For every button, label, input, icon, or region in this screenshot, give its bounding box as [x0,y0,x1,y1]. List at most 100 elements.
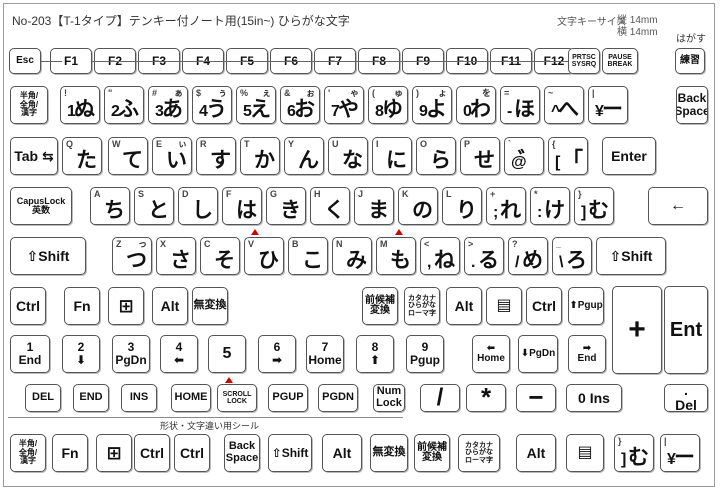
key-c: Cそ [200,237,240,275]
key-label: Esc [16,54,34,66]
key-kana: ふ [118,98,139,121]
key-kana: け [544,199,565,222]
key-x: Xさ [156,237,196,275]
key-p: Pせ [460,137,500,175]
key-kana: は [236,199,257,222]
key-r: Rす [196,137,236,175]
key-shift-char: Z [116,239,122,249]
key-shift-char: H [314,189,321,199]
key-base-char: . [471,254,476,271]
key-extra-alt-1: Alt [322,434,362,472]
key-num6: 6 ➡ [258,335,296,373]
key-shift-char: > [468,239,474,249]
key-kana: れ [500,199,521,222]
key-backslash: _ \ ろ [552,237,592,275]
key-kana: え [250,98,271,121]
key-connector-line [532,61,568,62]
key-enter: Enter [602,137,656,175]
key-pgup: ⬆Pgup [568,287,604,325]
key-kana: せ [474,149,495,172]
key-kana: め [522,249,543,272]
key-label: F1 [63,53,78,68]
key-shift-char: ) [416,88,419,98]
key-num7: 7 Home [306,335,344,373]
key-label: Tab ⇆ [14,147,54,164]
key-num-plus: + [612,286,662,374]
key-tab: Tab ⇆ [10,137,58,175]
key-shift-char: B [292,239,299,249]
key-small-kana: ぉ [305,88,315,98]
key-label: 前候補 変換 [365,294,395,316]
key-shift-char: < [424,239,430,249]
key-kana: ら [430,149,451,172]
key-shift-char: T [244,139,250,149]
key-k: Kの [398,187,438,225]
key-kana: な [342,149,363,172]
key-scroll-lock: SCROLL LOCK [217,384,257,412]
key-8: (ゅ 8 ゆ [368,86,408,124]
key-hankaku: 半角/ 全角/ 漢字 [10,86,48,124]
key-connector-line [400,61,446,62]
key-small-kana: を [481,88,491,98]
key-kana: そ [214,249,235,272]
key-label: 6 ➡ [271,340,283,367]
key-shift-char: E [156,139,163,149]
shelf-label: 形状・文字違い用シール [160,421,260,431]
key-label: 練習 [680,54,700,66]
key-backspace: Back Space [676,86,708,124]
key-kana: ろ [566,249,587,272]
sheet-title: No-203【T-1タイプ】テンキー付ノート用(15in~) ひらがな文字 [12,14,350,28]
key-shift-char: V [248,239,255,249]
key-w: Wて [108,137,148,175]
key-home: HOME [171,384,211,412]
key-shift-char: F [226,189,232,199]
key-label: Fn [61,444,79,461]
key-label: − [528,384,544,412]
key-shift-char: * [534,189,538,199]
key-label: / [436,384,444,412]
key-label: SCROLL LOCK [222,390,252,405]
key-label: 5 [222,344,232,362]
key-colon: *: け [530,187,570,225]
key-esc: Esc [9,48,41,74]
key-0: を0わ [456,86,496,124]
key-connector-line [312,61,358,62]
key-shift-char: M [380,239,388,249]
key-extra-katakana: カタカナ ひらがな ローマ字 [458,434,500,472]
key-shift-char: ' [328,88,331,98]
key-numlock: Num Lock [373,384,405,412]
key-f: Fは [222,187,262,225]
key-shift-char: A [94,189,101,199]
key-shift-char: W [112,139,121,149]
key-kana: ゛ [518,149,539,172]
key-kana: す [210,149,231,172]
key-kana: の [412,199,433,222]
key-y: Yん [284,137,324,175]
key-kana: ね [434,249,455,272]
key-comma: <, ね [420,237,460,275]
key-label: 半角/ 全角/ 漢字 [18,439,38,466]
key-base-char: [ [555,154,561,171]
key-base-char: ] [581,204,587,221]
key-shift-char: C [204,239,211,249]
key-label: 9 Pgup [410,340,440,367]
key-label: Alt [526,444,546,461]
key-shift-right: ⇧Shift [596,237,666,275]
key-pgdn-key: PGDN [318,384,358,412]
key-extra-shift: ⇧Shift [268,434,312,472]
key-kana: へ [558,98,579,121]
key-a: Aち [90,187,130,225]
key-label: Ent [669,318,703,341]
key-enter-arrow: ← [648,187,708,225]
key-kana: 「 [562,149,583,172]
key-label: Ctrl [531,297,557,314]
key-e: E ぃい [152,137,192,175]
key-kana: か [254,149,275,172]
key-num-slash: / [420,384,460,412]
key-muhenkan: 無変換 [192,287,228,325]
key-num-minus: − [516,384,556,412]
key-6: & ぉ 6 お [280,86,320,124]
key-label: PGUP [272,391,304,404]
key-extra-muhenkan: 無変換 [370,434,408,472]
key-g: Gき [266,187,306,225]
